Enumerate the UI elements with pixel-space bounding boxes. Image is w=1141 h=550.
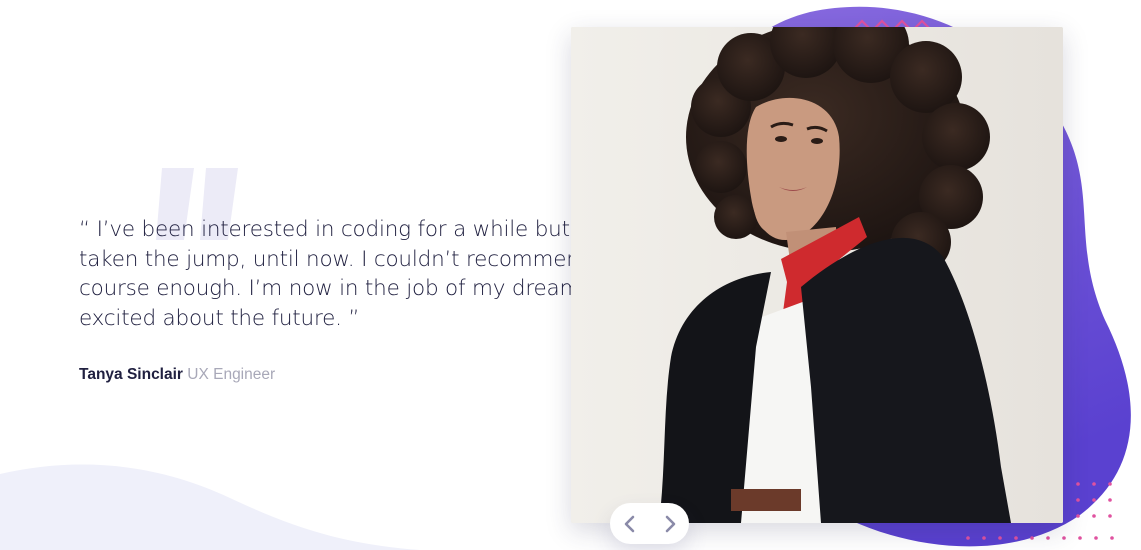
- background-curve: [0, 464, 420, 550]
- chevron-right-icon: [665, 515, 675, 532]
- testimonial-author: Tanya Sinclair UX Engineer: [79, 366, 275, 384]
- prev-button[interactable]: [618, 513, 640, 535]
- testimonial-section: “ I’ve been interested in coding for a w…: [0, 0, 1141, 550]
- portrait-image: [571, 27, 1063, 523]
- author-name: Tanya Sinclair: [79, 366, 183, 383]
- carousel-navigation: [610, 503, 689, 544]
- next-button[interactable]: [660, 513, 682, 535]
- author-role: UX Engineer: [187, 366, 276, 383]
- chevron-left-icon: [624, 515, 634, 532]
- author-photo: [571, 27, 1063, 523]
